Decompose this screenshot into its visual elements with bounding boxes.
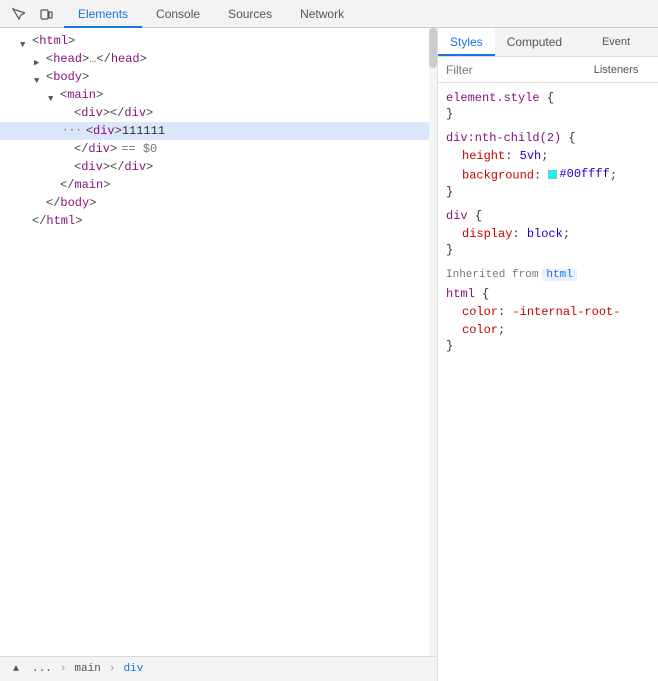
color-swatch-cyan[interactable] [548,170,557,179]
triangle-html[interactable] [20,36,30,46]
styles-panel: Styles Computed Event Listeners element.… [438,28,658,681]
dom-line-head[interactable]: <head>…</head> [0,50,437,68]
filter-bar [438,57,658,83]
breadcrumb-main[interactable]: main [70,662,104,676]
dom-line-div2-close[interactable]: </div>== $0 [0,140,437,158]
dom-line-body[interactable]: <body> [0,68,437,86]
inherited-header: Inherited from html [438,265,658,285]
device-toolbar-button[interactable] [34,2,58,26]
dom-tree: <html> <head>…</head> <body> <main> <div… [0,28,437,656]
rule-close-nth-child: } [446,185,650,199]
dots-before[interactable]: ··· [62,122,82,140]
rule-selector-html[interactable]: html { [446,285,650,303]
tab-console[interactable]: Console [142,0,214,28]
rule-close-div: } [446,243,650,257]
scrollbar[interactable] [429,28,437,656]
rule-selector-element-style[interactable]: element.style { [446,89,650,107]
triangle-head[interactable] [34,54,44,64]
rule-div: div { display: block; } [438,207,658,265]
dom-line-main[interactable]: <main> [0,86,437,104]
dom-line-div3[interactable]: <div></div> [0,158,437,176]
breadcrumb-div[interactable]: div [119,662,147,676]
breadcrumb-dots[interactable]: ... [28,662,56,676]
dom-line-main-close[interactable]: </main> [0,176,437,194]
rule-prop-display[interactable]: display: block; [446,225,650,243]
main-tabs: Elements Console Sources Network [64,0,358,28]
tab-network[interactable]: Network [286,0,358,28]
tab-event-listeners[interactable]: Event Listeners [574,28,658,56]
breadcrumb-up-arrow[interactable]: ▲ [8,661,24,677]
inherited-from-tag[interactable]: html [542,269,576,281]
tab-elements[interactable]: Elements [64,0,142,28]
tab-computed[interactable]: Computed [495,28,574,56]
dom-line-div1[interactable]: <div></div> [0,104,437,122]
triangle-body[interactable] [34,72,44,82]
styles-content: element.style { } div:nth-child(2) { hei… [438,83,658,681]
dom-line-html[interactable]: <html> [0,32,437,50]
rule-prop-color[interactable]: color: -internal-root-color; [446,303,650,339]
rule-selector-nth-child[interactable]: div:nth-child(2) { [446,129,650,147]
scroll-thumb[interactable] [429,28,437,68]
rule-selector-div[interactable]: div { [446,207,650,225]
dom-panel: <html> <head>…</head> <body> <main> <div… [0,28,438,681]
styles-tabs: Styles Computed Event Listeners [438,28,658,57]
rule-html: html { color: -internal-root-color; } [438,285,658,361]
devtools-toolbar: Elements Console Sources Network [0,0,658,28]
tab-sources[interactable]: Sources [214,0,286,28]
rule-close-element-style: } [446,107,650,121]
rule-close-html: } [446,339,650,353]
dom-breadcrumb-bar: ▲ ... › main › div [0,656,437,681]
rule-nth-child: div:nth-child(2) { height: 5vh; backgrou… [438,129,658,207]
triangle-main[interactable] [48,90,58,100]
rule-prop-height[interactable]: height: 5vh; [446,147,650,165]
select-element-button[interactable] [6,2,30,26]
rule-prop-background[interactable]: background: #00ffff ; [446,165,650,185]
dom-line-body-close[interactable]: </body> [0,194,437,212]
devtools-body: <html> <head>…</head> <body> <main> <div… [0,28,658,681]
dom-line-div2-open[interactable]: ··· <div>111111 [0,122,437,140]
tab-styles[interactable]: Styles [438,28,495,56]
toolbar-icons [0,2,64,26]
filter-input[interactable] [446,63,650,77]
rule-element-style: element.style { } [438,89,658,129]
dom-line-html-close[interactable]: </html> [0,212,437,230]
